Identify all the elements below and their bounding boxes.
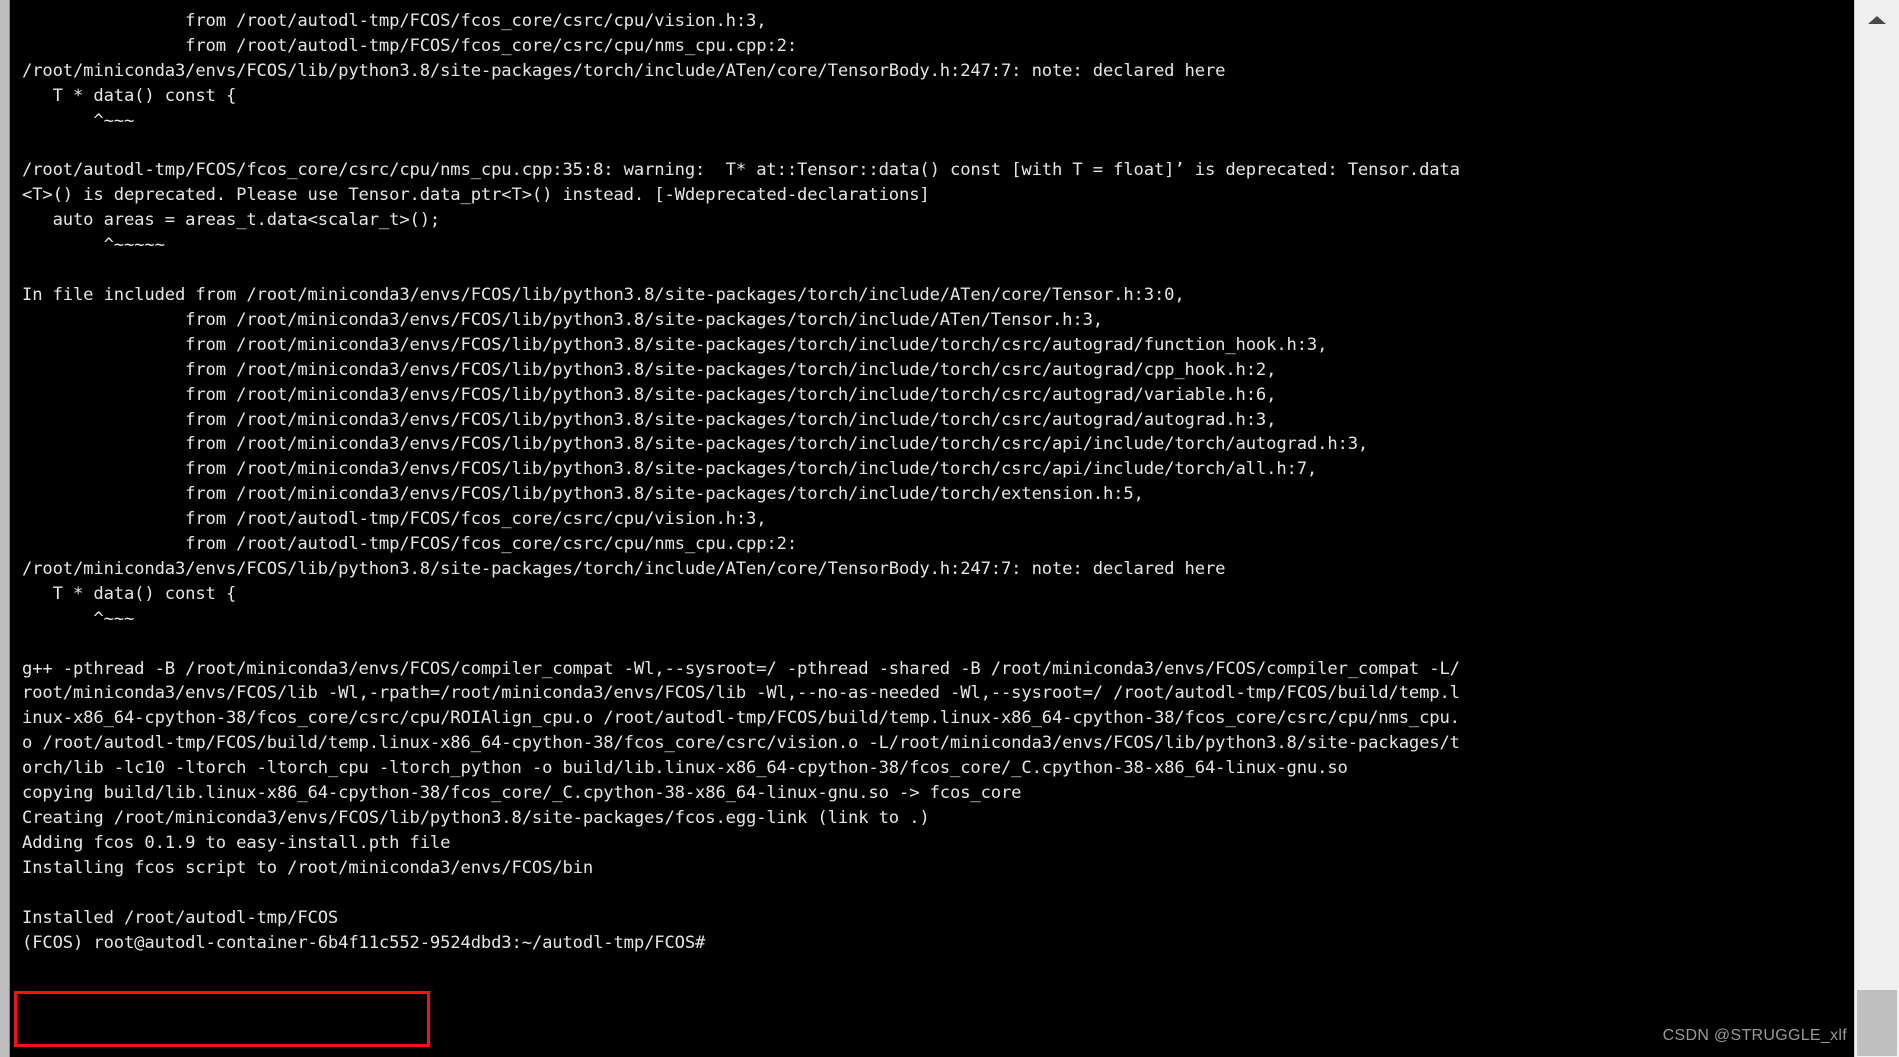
terminal-line: orch/lib -lc10 -ltorch -ltorch_cpu -ltor… (22, 758, 1348, 779)
terminal-line: ^~~~ (22, 110, 135, 131)
terminal-line: o /root/autodl-tmp/FCOS/build/temp.linux… (22, 733, 1460, 754)
terminal-line: /root/miniconda3/envs/FCOS/lib/python3.8… (22, 558, 1226, 579)
terminal-line: from /root/miniconda3/envs/FCOS/lib/pyth… (22, 459, 1318, 480)
terminal-line: from /root/autodl-tmp/FCOS/fcos_core/csr… (22, 11, 767, 31)
scroll-up-button[interactable] (1855, 0, 1899, 36)
terminal-line: ^~~~ (22, 608, 135, 629)
terminal-line: /root/autodl-tmp/FCOS/fcos_core/csrc/cpu… (22, 160, 1460, 181)
terminal-line: from /root/miniconda3/envs/FCOS/lib/pyth… (22, 334, 1328, 355)
terminal-line: Creating /root/miniconda3/envs/FCOS/lib/… (22, 808, 930, 828)
terminal-line: from /root/miniconda3/envs/FCOS/lib/pyth… (22, 384, 1277, 405)
terminal-line: T * data() const { (22, 85, 237, 106)
terminal-line: from /root/miniconda3/envs/FCOS/lib/pyth… (22, 409, 1277, 430)
terminal-line: from /root/miniconda3/envs/FCOS/lib/pyth… (22, 309, 1103, 330)
terminal-line: /root/miniconda3/envs/FCOS/lib/python3.8… (22, 60, 1226, 81)
terminal-line: from /root/autodl-tmp/FCOS/fcos_core/csr… (22, 534, 798, 555)
terminal-line: Installing fcos script to /root/minicond… (22, 857, 594, 878)
terminal-line: auto areas = areas_t.data<scalar_t>(); (22, 210, 441, 231)
watermark-text: CSDN @STRUGGLE_xlf (1662, 1027, 1847, 1044)
terminal-line: In file included from /root/miniconda3/e… (22, 284, 1185, 305)
terminal-window: from /root/autodl-tmp/FCOS/fcos_core/csr… (0, 0, 1899, 1057)
terminal-line: g++ -pthread -B /root/miniconda3/envs/FC… (22, 658, 1460, 679)
terminal-line: from /root/miniconda3/envs/FCOS/lib/pyth… (22, 359, 1277, 380)
terminal-line: Installed /root/autodl-tmp/FCOS (22, 907, 339, 928)
terminal-line: inux-x86_64-cpython-38/fcos_core/csrc/cp… (22, 708, 1460, 729)
terminal-line: Adding fcos 0.1.9 to easy-install.pth fi… (22, 832, 451, 853)
terminal-line: from /root/autodl-tmp/FCOS/fcos_core/csr… (22, 35, 798, 56)
terminal-line: ^~~~~~ (22, 235, 165, 256)
terminal-line: <T>() is deprecated. Please use Tensor.d… (22, 185, 930, 206)
terminal-line: (FCOS) root@autodl-container-6b4f11c552-… (22, 932, 706, 953)
terminal-lines-container: from /root/autodl-tmp/FCOS/fcos_core/csr… (10, 9, 1855, 955)
window-left-gutter (0, 0, 10, 1057)
terminal-line: from /root/miniconda3/envs/FCOS/lib/pyth… (22, 434, 1369, 455)
terminal-line: copying build/lib.linux-x86_64-cpython-3… (22, 783, 1022, 804)
vertical-scrollbar[interactable] (1854, 0, 1899, 1057)
terminal-line: from /root/autodl-tmp/FCOS/fcos_core/csr… (22, 509, 767, 530)
scrollbar-thumb[interactable] (1857, 990, 1897, 1056)
terminal-line: root/miniconda3/envs/FCOS/lib -Wl,-rpath… (22, 683, 1460, 704)
chevron-up-icon (1868, 16, 1886, 24)
terminal-output-pane[interactable]: from /root/autodl-tmp/FCOS/fcos_core/csr… (10, 0, 1855, 1057)
terminal-line: T * data() const { (22, 583, 237, 604)
terminal-line: from /root/miniconda3/envs/FCOS/lib/pyth… (22, 484, 1144, 505)
